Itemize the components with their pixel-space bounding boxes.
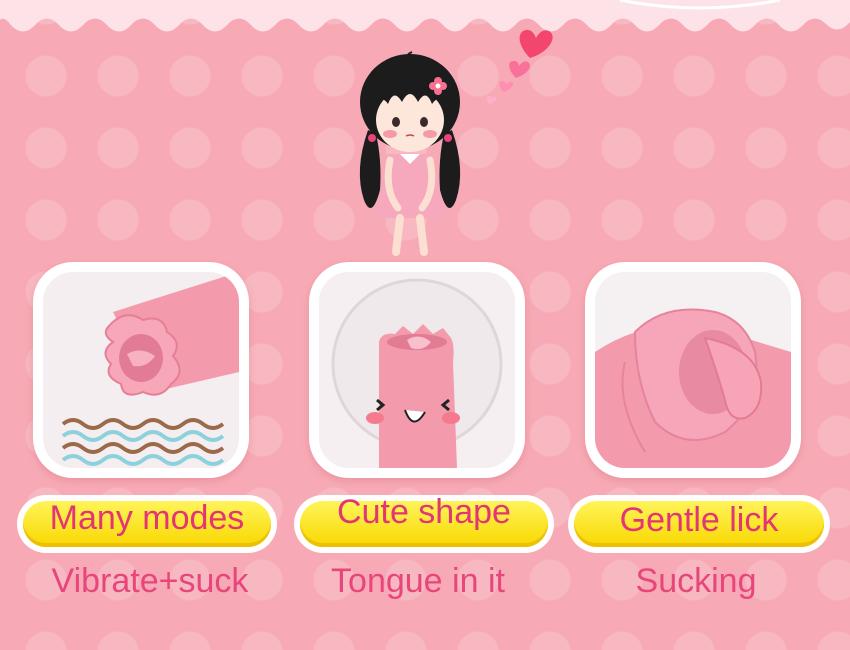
feature-card-many-modes <box>33 262 249 478</box>
feature-card-cute-shape <box>309 262 525 478</box>
feature-label-pill: Cute shape <box>294 493 554 553</box>
heart-icon <box>486 29 553 104</box>
feature-caption: Sucking <box>635 562 757 600</box>
feature-caption: Tongue in it <box>331 562 505 600</box>
product-photo-mouth <box>43 272 239 468</box>
product-photo-face <box>319 272 515 468</box>
product-photo-tongue <box>595 272 791 468</box>
feature-caption: Vibrate+suck <box>51 562 249 600</box>
feature-label: Gentle lick <box>619 501 779 539</box>
feature-card-gentle-lick <box>585 262 801 478</box>
feature-label-pill: Many modes <box>17 495 277 553</box>
girl-illustration <box>359 51 461 256</box>
feature-label: Cute shape <box>337 493 511 531</box>
feature-label: Many modes <box>49 499 245 537</box>
feature-label-pill: Gentle lick <box>568 495 830 553</box>
